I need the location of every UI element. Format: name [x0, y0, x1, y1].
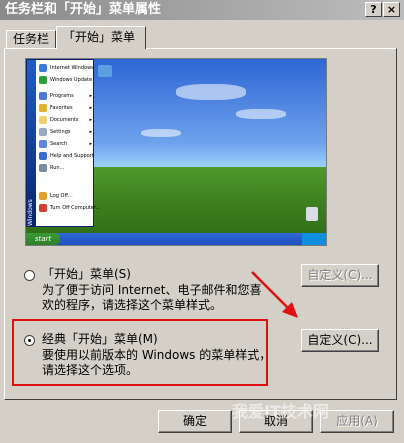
preview-menu-label: Log Off...: [50, 193, 73, 199]
preview-system-tray: [302, 233, 326, 245]
preview-taskbar: start: [26, 233, 326, 245]
classic-start-menu-radio[interactable]: [24, 335, 35, 346]
preview-menu-item: Favorites ▸: [39, 102, 94, 114]
programs-icon: [39, 91, 47, 100]
submenu-arrow-icon: ▸: [89, 129, 92, 135]
desktop-icon: [98, 65, 112, 77]
preview-menu-item: Internet Windows: [39, 62, 94, 74]
red-arrow-annotation: [251, 271, 298, 318]
tab-taskbar-label: 任务栏: [13, 32, 50, 46]
classic-description-line2: 请选择这个选项。: [42, 363, 139, 377]
classic-description-line1: 要使用以前版本的 Windows 的菜单样式，: [42, 348, 272, 362]
title-bar: 任务栏和「开始」菜单属性 ? ×: [0, 0, 404, 20]
start-menu-preview: Windows Internet Windows Windows Update …: [25, 58, 327, 246]
submenu-arrow-icon: ▸: [89, 93, 92, 99]
preview-menu-label: Help and Support: [50, 153, 94, 159]
submenu-arrow-icon: ▸: [89, 117, 92, 123]
cloud: [176, 84, 246, 100]
arrow-shaft: [251, 271, 291, 311]
window-title: 任务栏和「开始」菜单属性: [5, 2, 162, 17]
documents-icon: [39, 115, 47, 124]
start-menu-description-line2: 欢的程序，请选择这个菜单样式。: [42, 298, 223, 312]
tab-taskbar[interactable]: 任务栏: [6, 30, 56, 48]
preview-start-menu: Windows Internet Windows Windows Update …: [26, 59, 100, 227]
preview-menu-item: Programs ▸: [39, 90, 94, 102]
tab-start-menu-label: 「开始」菜单: [63, 30, 136, 44]
log-off-icon: [39, 191, 47, 200]
preview-menu-item: Windows Update: [39, 74, 94, 86]
help-button[interactable]: ?: [365, 2, 382, 17]
preview-start-button: start: [26, 233, 60, 245]
power-icon: [39, 203, 47, 212]
preview-menu-item: Help and Support: [39, 150, 94, 162]
start-menu-option-label[interactable]: 「开始」菜单(S): [42, 266, 131, 282]
preview-menu-label: Windows Update: [50, 77, 93, 83]
start-menu-side-strip: Windows: [27, 60, 36, 226]
watermark-text: 我爱IT技术网: [232, 402, 329, 421]
submenu-arrow-icon: ▸: [89, 105, 92, 111]
classic-start-menu-option-label[interactable]: 经典「开始」菜单(M): [42, 331, 158, 347]
run-icon: [39, 163, 47, 172]
preview-menu-label: Settings: [50, 129, 71, 135]
settings-icon: [39, 127, 47, 136]
preview-menu-label: Favorites: [50, 105, 73, 111]
submenu-arrow-icon: ▸: [89, 141, 92, 147]
update-icon: [39, 75, 47, 84]
radio-selected-dot: [28, 339, 31, 342]
preview-menu-label: Turn Off Computer...: [50, 205, 101, 211]
preview-menu-label: Programs: [50, 93, 74, 99]
preview-menu-item: Turn Off Computer...: [39, 202, 100, 214]
preview-menu-item: Log Off...: [39, 190, 94, 202]
preview-menu-label: Internet Windows: [50, 65, 94, 71]
preview-menu-item: Search ▸: [39, 138, 94, 150]
recycle-bin-icon: [306, 207, 318, 221]
start-menu-description-line1: 为了便于访问 Internet、电子邮件和您喜: [42, 283, 262, 297]
customize-start-menu-button[interactable]: 自定义(C)...: [301, 264, 379, 287]
close-button[interactable]: ×: [383, 2, 400, 17]
favorites-icon: [39, 103, 47, 112]
start-menu-radio[interactable]: [24, 270, 35, 281]
preview-menu-item: Documents ▸: [39, 114, 94, 126]
cloud: [236, 109, 286, 119]
preview-menu-item: Run...: [39, 162, 94, 174]
preview-menu-label: Documents: [50, 117, 79, 123]
help-icon: [39, 151, 47, 160]
internet-icon: [39, 63, 47, 72]
search-icon: [39, 139, 47, 148]
preview-menu-label: Run...: [50, 165, 65, 171]
cloud: [141, 129, 181, 137]
ok-button[interactable]: 确定: [158, 410, 232, 433]
customize-classic-menu-button[interactable]: 自定义(C)...: [301, 329, 379, 352]
apply-button[interactable]: 应用(A): [320, 410, 394, 433]
tab-start-menu[interactable]: 「开始」菜单: [56, 26, 146, 49]
preview-menu-item: Settings ▸: [39, 126, 94, 138]
preview-menu-label: Search: [50, 141, 68, 147]
